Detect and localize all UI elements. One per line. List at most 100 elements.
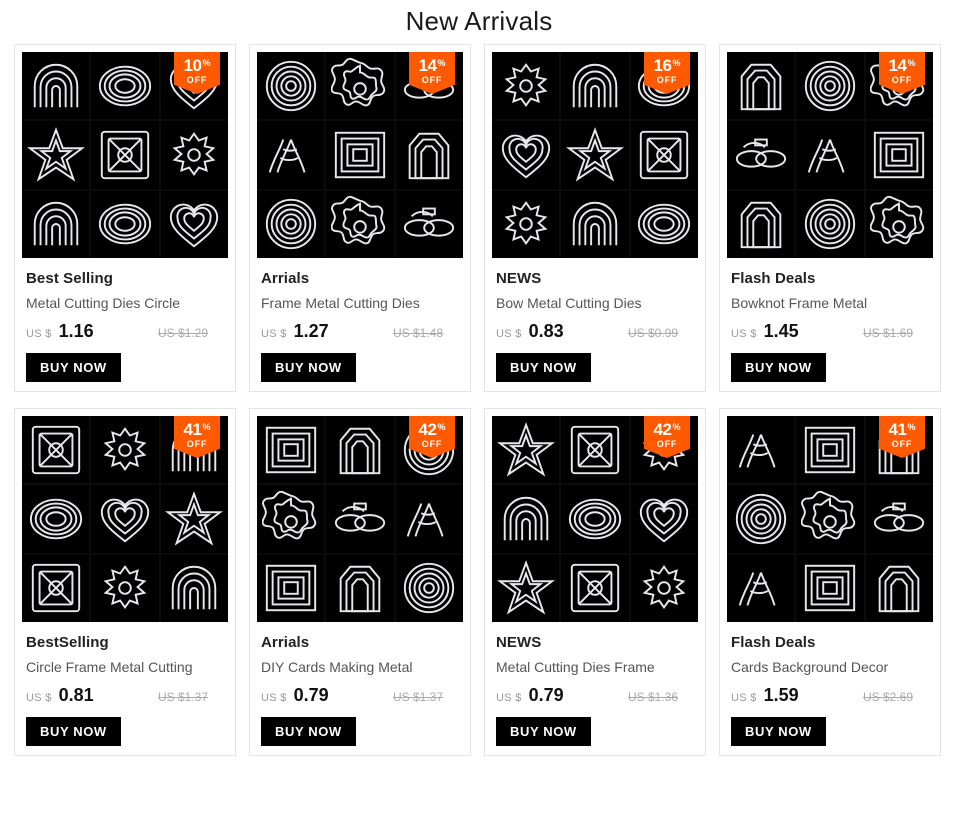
product-thumbnail[interactable]: 16 % OFF (492, 52, 698, 258)
collage-cell (160, 121, 228, 189)
currency-label: US $ (26, 692, 52, 704)
collage-cell (727, 554, 795, 622)
collage-cell (395, 554, 463, 622)
product-category: BestSelling (26, 634, 109, 651)
buy-now-button[interactable]: BUY NOW (496, 717, 591, 746)
discount-off-label: OFF (186, 439, 208, 449)
collage-cell (257, 52, 325, 120)
original-price: US $1.36 (627, 690, 678, 704)
discount-percent-value: 42 (653, 420, 672, 439)
collage-cell (22, 554, 90, 622)
product-thumbnail[interactable]: 10 % OFF (22, 52, 228, 258)
discount-off-label: OFF (656, 75, 678, 85)
buy-now-button[interactable]: BUY NOW (731, 717, 826, 746)
product-thumbnail[interactable]: 14 % OFF (727, 52, 933, 258)
current-price: 1.27 (293, 321, 329, 341)
collage-cell (865, 485, 933, 553)
product-card[interactable]: 41 % OFF BestSelling Circle Frame Metal … (14, 408, 236, 756)
collage-cell (796, 485, 864, 553)
original-price: US $1.37 (157, 690, 208, 704)
currency-label: US $ (496, 692, 522, 704)
collage-cell (160, 554, 228, 622)
product-category: NEWS (496, 270, 542, 287)
product-card[interactable]: 42 % OFF Arrials DIY Cards Making Metal … (249, 408, 471, 756)
current-price: 1.16 (58, 321, 94, 341)
product-card[interactable]: 10 % OFF Best Selling Metal Cutting Dies… (14, 44, 236, 392)
collage-cell (865, 121, 933, 189)
price-row: US $ 0.83 US $0.99 (496, 321, 698, 342)
collage-cell (91, 121, 159, 189)
buy-now-button[interactable]: BUY NOW (26, 717, 121, 746)
collage-cell (395, 190, 463, 258)
product-category: Flash Deals (731, 270, 816, 287)
collage-cell (22, 121, 90, 189)
product-thumbnail[interactable]: 42 % OFF (257, 416, 463, 622)
discount-off-label: OFF (891, 75, 913, 85)
percent-sign: % (907, 58, 916, 68)
collage-cell (492, 554, 560, 622)
collage-cell (865, 554, 933, 622)
buy-now-button[interactable]: BUY NOW (731, 353, 826, 382)
collage-cell (561, 190, 629, 258)
discount-percent-value: 10 (183, 56, 202, 75)
price-row: US $ 1.16 US $1.29 (26, 321, 228, 342)
product-description: Circle Frame Metal Cutting (26, 659, 193, 675)
price-row: US $ 0.79 US $1.36 (496, 685, 698, 706)
product-grid: 10 % OFF Best Selling Metal Cutting Dies… (0, 38, 958, 756)
currency-label: US $ (731, 692, 757, 704)
collage-cell (561, 554, 629, 622)
discount-percent-value: 42 (418, 420, 437, 439)
currency-label: US $ (26, 328, 52, 340)
collage-cell (492, 52, 560, 120)
current-price: 1.45 (763, 321, 799, 341)
collage-cell (160, 190, 228, 258)
collage-cell (326, 554, 394, 622)
product-thumbnail[interactable]: 41 % OFF (727, 416, 933, 622)
price-row: US $ 0.79 US $1.37 (261, 685, 463, 706)
collage-cell (796, 52, 864, 120)
product-card[interactable]: 41 % OFF Flash Deals Cards Background De… (719, 408, 941, 756)
collage-cell (326, 52, 394, 120)
collage-cell (796, 190, 864, 258)
collage-cell (257, 554, 325, 622)
collage-cell (865, 190, 933, 258)
collage-cell (91, 485, 159, 553)
discount-off-label: OFF (421, 439, 443, 449)
buy-now-button[interactable]: BUY NOW (261, 353, 356, 382)
product-card[interactable]: 14 % OFF Flash Deals Bowknot Frame Metal… (719, 44, 941, 392)
collage-cell (727, 190, 795, 258)
product-card[interactable]: 16 % OFF NEWS Bow Metal Cutting Dies US … (484, 44, 706, 392)
price-row: US $ 0.81 US $1.37 (26, 685, 228, 706)
product-category: Arrials (261, 634, 310, 651)
collage-cell (492, 190, 560, 258)
product-category: Arrials (261, 270, 310, 287)
product-description: Metal Cutting Dies Circle (26, 295, 181, 311)
discount-off-label: OFF (421, 75, 443, 85)
original-price: US $0.99 (627, 326, 678, 340)
product-card[interactable]: 14 % OFF Arrials Frame Metal Cutting Die… (249, 44, 471, 392)
product-thumbnail[interactable]: 41 % OFF (22, 416, 228, 622)
buy-now-button[interactable]: BUY NOW (496, 353, 591, 382)
product-card[interactable]: 42 % OFF NEWS Metal Cutting Dies Frame U… (484, 408, 706, 756)
collage-cell (160, 485, 228, 553)
collage-cell (796, 416, 864, 484)
buy-now-button[interactable]: BUY NOW (261, 717, 356, 746)
discount-percent-value: 14 (418, 56, 437, 75)
current-price: 0.79 (528, 685, 564, 705)
product-thumbnail[interactable]: 42 % OFF (492, 416, 698, 622)
product-description: Cards Background Decor (731, 659, 889, 675)
product-thumbnail[interactable]: 14 % OFF (257, 52, 463, 258)
price-row: US $ 1.59 US $2.69 (731, 685, 933, 706)
percent-sign: % (437, 58, 446, 68)
discount-percent-value: 16 (653, 56, 672, 75)
original-price: US $1.69 (862, 326, 913, 340)
currency-label: US $ (261, 328, 287, 340)
collage-cell (796, 121, 864, 189)
current-price: 1.59 (763, 685, 799, 705)
discount-off-label: OFF (186, 75, 208, 85)
discount-off-label: OFF (656, 439, 678, 449)
collage-cell (257, 416, 325, 484)
collage-cell (326, 190, 394, 258)
buy-now-button[interactable]: BUY NOW (26, 353, 121, 382)
collage-cell (91, 52, 159, 120)
